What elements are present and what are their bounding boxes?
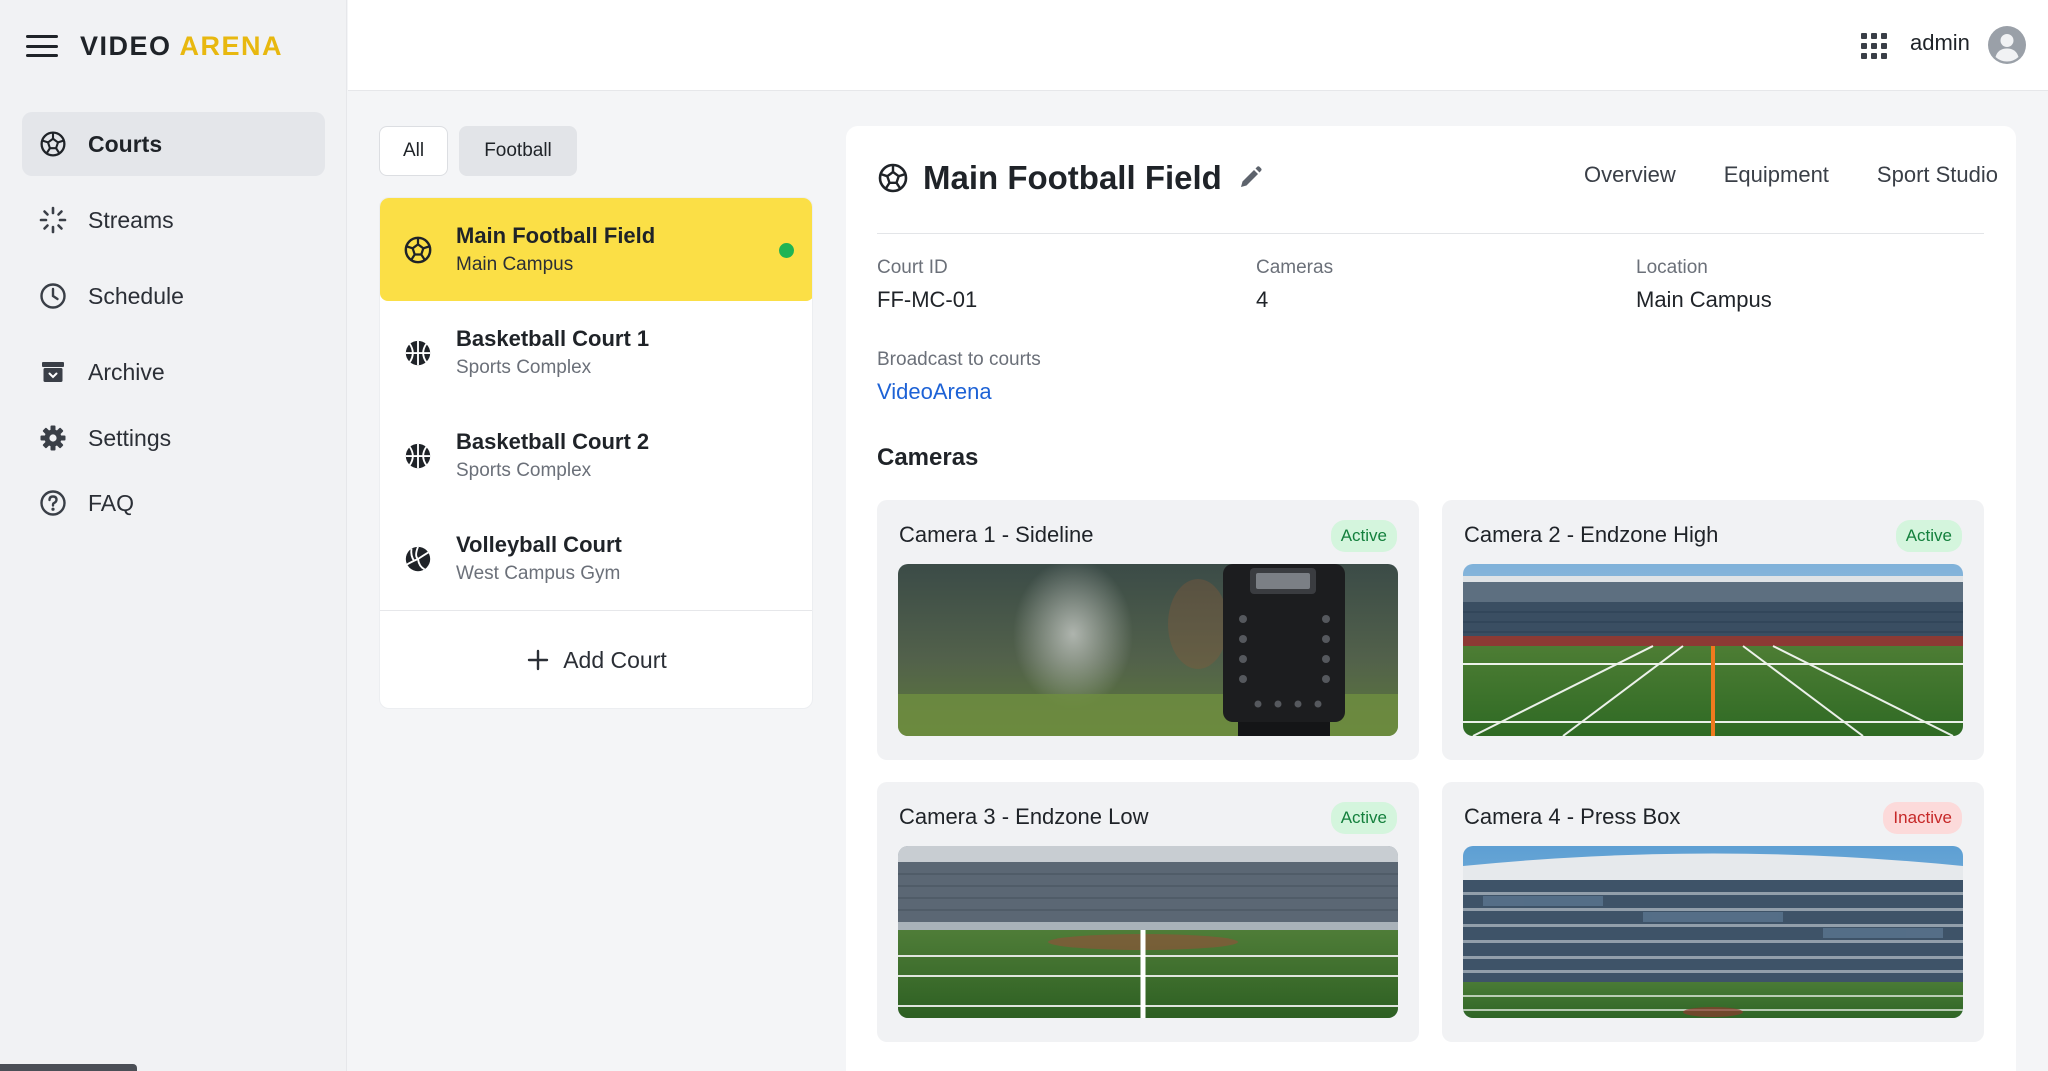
basketball-icon bbox=[402, 440, 434, 472]
camera-name: Camera 2 - Endzone High bbox=[1464, 522, 1719, 547]
clock-icon bbox=[38, 281, 68, 311]
court-item-basketball-court-2[interactable]: Basketball Court 2 Sports Complex bbox=[380, 404, 812, 507]
tab-equipment[interactable]: Equipment bbox=[1724, 162, 1829, 188]
court-name: Volleyball Court bbox=[456, 532, 622, 557]
sidebar-item-label: FAQ bbox=[88, 489, 135, 516]
help-icon bbox=[38, 488, 68, 518]
camera-preview-image[interactable] bbox=[898, 846, 1398, 1018]
detail-header: Main Football Field bbox=[877, 158, 1264, 198]
camera-card-1[interactable]: Camera 1 - Sideline Active bbox=[877, 500, 1419, 760]
sidebar-item-label: Archive bbox=[88, 358, 165, 385]
sidebar-item-label: Streams bbox=[88, 206, 174, 233]
avatar-icon[interactable] bbox=[1988, 26, 2026, 64]
court-id-field: Court ID FF-MC-01 bbox=[877, 257, 977, 313]
football-icon bbox=[402, 234, 434, 266]
sidebar-item-settings[interactable]: Settings bbox=[22, 406, 325, 470]
camera-preview-image[interactable] bbox=[1463, 846, 1963, 1018]
sidebar-item-label: Schedule bbox=[88, 282, 184, 309]
hamburger-menu-icon[interactable] bbox=[26, 35, 58, 57]
user-name[interactable]: admin bbox=[1910, 30, 1970, 56]
court-text: Basketball Court 2 Sports Complex bbox=[456, 429, 649, 482]
apps-grid-icon[interactable] bbox=[1861, 33, 1887, 59]
court-id-value: FF-MC-01 bbox=[877, 287, 978, 312]
camera-name: Camera 4 - Press Box bbox=[1464, 804, 1681, 829]
camera-name: Camera 3 - Endzone Low bbox=[899, 804, 1149, 829]
camera-preview-image[interactable] bbox=[898, 564, 1398, 736]
court-id-label: Court ID bbox=[877, 257, 948, 278]
sidebar-item-courts[interactable]: Courts bbox=[22, 112, 325, 176]
basketball-icon bbox=[402, 337, 434, 369]
top-bar: admin bbox=[348, 0, 2048, 91]
sidebar: VIDEO ARENA Courts Streams Schedule Arch… bbox=[0, 0, 347, 1071]
broadcast-field: Broadcast to courts VideoArena bbox=[877, 349, 1041, 405]
status-badge: Active bbox=[1895, 520, 1962, 552]
court-location: Sports Complex bbox=[456, 460, 592, 481]
court-item-main-football-field[interactable]: Main Football Field Main Campus bbox=[380, 198, 812, 301]
sidebar-item-archive[interactable]: Archive bbox=[22, 340, 325, 404]
court-location: Sports Complex bbox=[456, 357, 592, 378]
camera-card-4[interactable]: Camera 4 - Press Box Inactive bbox=[1442, 782, 1984, 1042]
brand: VIDEO ARENA bbox=[26, 28, 283, 64]
tab-overview[interactable]: Overview bbox=[1584, 162, 1676, 188]
sidebar-item-streams[interactable]: Streams bbox=[22, 188, 325, 252]
location-value: Main Campus bbox=[1636, 287, 1772, 312]
court-item-basketball-court-1[interactable]: Basketball Court 1 Sports Complex bbox=[380, 301, 812, 404]
sidebar-item-schedule[interactable]: Schedule bbox=[22, 264, 325, 328]
camera-name: Camera 1 - Sideline bbox=[899, 522, 1094, 547]
sidebar-item-label: Courts bbox=[88, 130, 163, 157]
scrollbar-thumb[interactable] bbox=[0, 1064, 137, 1071]
location-field: Location Main Campus bbox=[1636, 257, 1772, 313]
logo-word-video: VIDEO bbox=[80, 30, 172, 61]
streams-icon bbox=[38, 205, 68, 235]
camera-card-3[interactable]: Camera 3 - Endzone Low Active bbox=[877, 782, 1419, 1042]
archive-icon bbox=[38, 357, 68, 387]
court-name: Main Football Field bbox=[456, 223, 656, 248]
online-status-dot bbox=[779, 243, 794, 258]
filter-football-chip[interactable]: Football bbox=[459, 126, 577, 176]
cameras-section-title: Cameras bbox=[877, 444, 979, 471]
camera-card-2[interactable]: Camera 2 - Endzone High Active bbox=[1442, 500, 1984, 760]
edit-pencil-icon[interactable] bbox=[1236, 164, 1264, 192]
football-icon bbox=[38, 129, 68, 159]
court-text: Main Football Field Main Campus bbox=[456, 223, 655, 276]
court-detail-panel: Main Football Field Overview Equipment S… bbox=[846, 126, 2016, 1071]
football-icon bbox=[877, 162, 909, 194]
court-text: Basketball Court 1 Sports Complex bbox=[456, 326, 649, 379]
broadcast-label: Broadcast to courts bbox=[877, 349, 1041, 370]
court-item-volleyball-court[interactable]: Volleyball Court West Campus Gym bbox=[380, 507, 812, 610]
sidebar-item-faq[interactable]: FAQ bbox=[22, 471, 325, 535]
status-badge: Active bbox=[1330, 520, 1397, 552]
header-divider bbox=[877, 233, 1984, 234]
detail-tabs: Overview Equipment Sport Studio bbox=[1584, 162, 1998, 188]
court-name: Basketball Court 2 bbox=[456, 429, 650, 454]
broadcast-link[interactable]: VideoArena bbox=[877, 379, 1041, 405]
app-logo: VIDEO ARENA bbox=[80, 31, 283, 62]
cameras-count-value: 4 bbox=[1256, 287, 1269, 312]
plus-icon bbox=[528, 649, 549, 671]
volleyball-icon bbox=[402, 543, 434, 575]
camera-preview-image[interactable] bbox=[1463, 564, 1963, 736]
status-badge: Inactive bbox=[1883, 802, 1962, 834]
court-list: Main Football Field Main Campus Basketba… bbox=[379, 197, 813, 709]
filter-all-chip[interactable]: All bbox=[379, 126, 448, 176]
sidebar-item-label: Settings bbox=[88, 424, 172, 451]
page-title: Main Football Field bbox=[923, 159, 1222, 196]
add-court-label: Add Court bbox=[563, 646, 667, 673]
cameras-count-label: Cameras bbox=[1256, 257, 1334, 278]
court-location: West Campus Gym bbox=[456, 563, 621, 584]
location-label: Location bbox=[1636, 257, 1708, 278]
gear-icon bbox=[38, 423, 68, 453]
logo-word-arena: ARENA bbox=[179, 30, 284, 61]
court-location: Main Campus bbox=[456, 254, 574, 275]
status-badge: Active bbox=[1330, 802, 1397, 834]
tab-sport-studio[interactable]: Sport Studio bbox=[1877, 162, 1998, 188]
add-court-button[interactable]: Add Court bbox=[380, 611, 812, 708]
cameras-count-field: Cameras 4 bbox=[1256, 257, 1333, 313]
court-text: Volleyball Court West Campus Gym bbox=[456, 532, 622, 585]
court-name: Basketball Court 1 bbox=[456, 326, 650, 351]
